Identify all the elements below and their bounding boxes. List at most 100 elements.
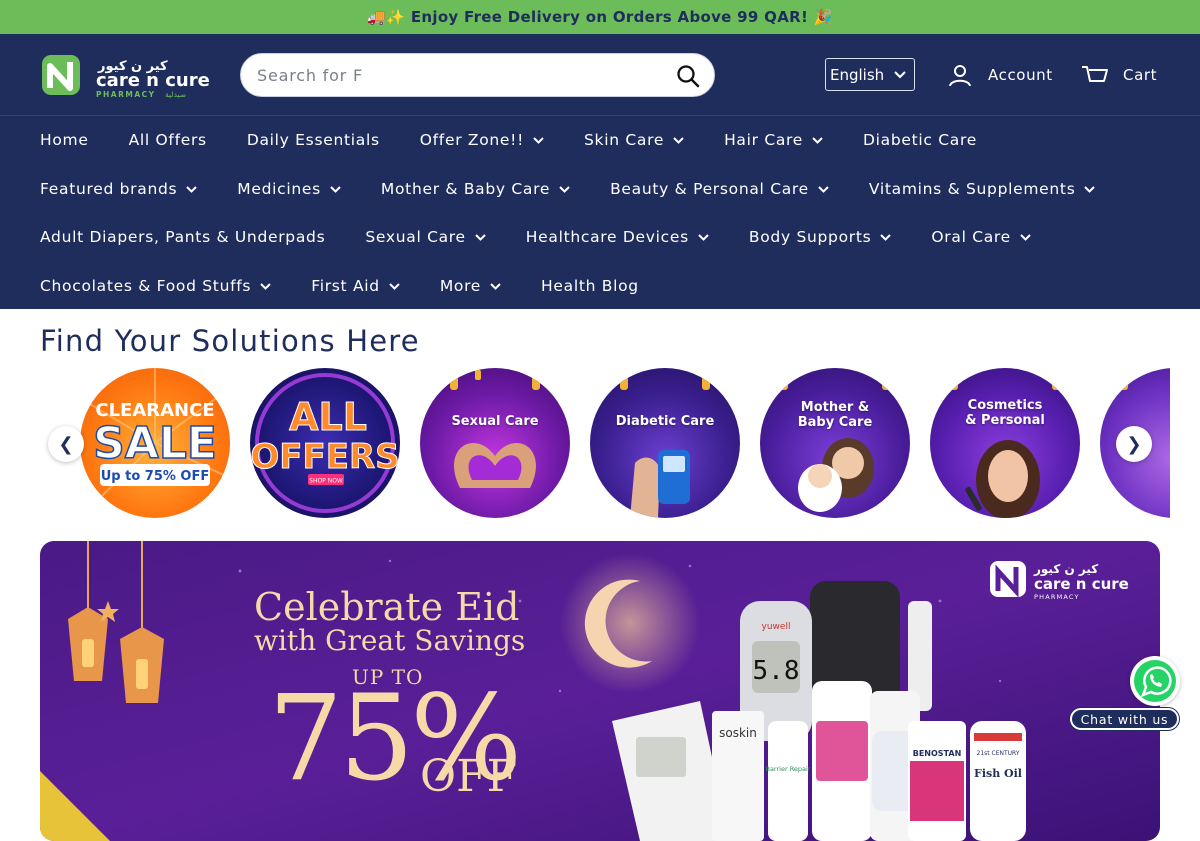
chevron-down-icon: [812, 136, 823, 144]
nav-item-daily-essentials[interactable]: Daily Essentials: [247, 131, 380, 149]
chevron-down-icon: [880, 233, 892, 241]
account-label: Account: [988, 66, 1053, 84]
search-icon[interactable]: [676, 64, 700, 88]
nav-item-label: Chocolates & Food Stuffs: [40, 277, 252, 295]
nav-item-label: Diabetic Care: [863, 131, 977, 149]
chevron-down-icon: [475, 233, 486, 241]
nav-item-label: Mother & Baby Care: [380, 180, 551, 198]
nav-item-body-supports[interactable]: Body Supports: [749, 228, 892, 246]
nav-item-healthcare-devices[interactable]: Healthcare Devices: [526, 228, 709, 246]
account-link[interactable]: Account: [948, 60, 1053, 90]
nav-item-more[interactable]: More: [440, 277, 501, 295]
nav-item-diabetic-care[interactable]: Diabetic Care: [863, 131, 977, 149]
chevron-down-icon: [260, 282, 271, 290]
product-soskin: soskin: [719, 726, 757, 740]
site-header: كير ن كيور care n cure PHARMACY صيدلية E…: [0, 34, 1200, 115]
logo-subtitle-arabic: صيدلية: [165, 90, 186, 99]
cart-link[interactable]: Cart: [1081, 60, 1157, 90]
announcement-text: 🚚✨ Enjoy Free Delivery on Orders Above 9…: [367, 8, 833, 26]
category-label: Cosmetics & Personal: [965, 398, 1045, 428]
nav-item-featured-brands[interactable]: Featured brands: [40, 180, 198, 198]
category-label: Mother & Baby Care: [797, 400, 873, 430]
nav-item-first-aid[interactable]: First Aid: [311, 277, 400, 295]
category-mother-baby-care[interactable]: Mother & Baby Care: [760, 368, 910, 518]
chevron-down-icon: [559, 185, 570, 193]
user-icon: [949, 65, 971, 87]
nav-item-label: Medicines: [237, 180, 321, 198]
nav-item-label: Vitamins & Supplements: [868, 180, 1076, 198]
nav-row: Adult Diapers, Pants & Underpads Sexual C…: [40, 225, 1071, 249]
nav-item-oral-care[interactable]: Oral Care: [931, 228, 1031, 246]
nav-item-medicines[interactable]: Medicines: [237, 180, 341, 198]
whatsapp-label: Chat with us: [1070, 708, 1179, 730]
chevron-down-icon: [330, 185, 341, 193]
section-title: Find Your Solutions Here: [40, 324, 420, 358]
language-selector[interactable]: English: [825, 58, 915, 91]
chevron-down-icon: [533, 136, 544, 144]
nav-item-sexual-care[interactable]: Sexual Care: [365, 228, 486, 246]
nav-item-label: Skin Care: [584, 131, 665, 149]
hero-banner[interactable]: 5.8 yuwell soskin Barrier Repair BENOSTA…: [40, 541, 1160, 841]
category-cosmetics-personal[interactable]: Cosmetics & Personal: [930, 368, 1080, 518]
nav-row: Chocolates & Food Stuffs First Aid More Hea…: [40, 274, 679, 298]
whatsapp-icon: [1130, 656, 1180, 706]
category-diabetic-care[interactable]: Diabetic Care: [590, 368, 740, 518]
chevron-down-icon: [818, 185, 829, 193]
nav-item-offer-zone[interactable]: Offer Zone!!: [420, 131, 544, 149]
banner-off: OFF: [420, 751, 518, 802]
clearance-line2: SALE: [93, 418, 217, 469]
chevron-down-icon: [1084, 185, 1096, 193]
site-logo[interactable]: كير ن كيور care n cure PHARMACY صيدلية: [40, 50, 210, 100]
nav-item-label: Sexual Care: [365, 228, 466, 246]
banner-subline: with Great Savings: [254, 624, 526, 657]
nav-item-hair-care[interactable]: Hair Care: [724, 131, 823, 149]
nav-item-label: Featured brands: [40, 180, 178, 198]
product-21st-century: 21st CENTURY: [977, 750, 1020, 757]
product-brand-yuwell: yuwell: [762, 622, 791, 632]
logo-subtitle: PHARMACY: [96, 90, 156, 99]
clearance-line3: Up to 75% OFF: [101, 469, 210, 484]
nav-item-label: Offer Zone!!: [419, 131, 524, 149]
chevron-down-icon: [673, 136, 684, 144]
alloffers-line2: OFFERS: [250, 437, 399, 477]
category-sexual-care[interactable]: Sexual Care: [420, 368, 570, 518]
whatsapp-chat-widget[interactable]: Chat with us: [1070, 656, 1180, 732]
chevron-down-icon: [186, 185, 198, 193]
nav-item-adult-diapers-pants-underpads[interactable]: Adult Diapers, Pants & Underpads: [40, 228, 325, 246]
nav-item-skin-care[interactable]: Skin Care: [584, 131, 684, 149]
search-bar: [240, 53, 715, 97]
language-label: English: [830, 65, 885, 84]
category-clearance-sale[interactable]: CLEARANCE SALE Up to 75% OFF: [80, 368, 230, 518]
nav-item-label: All Offers: [128, 131, 207, 149]
nav-item-label: Adult Diapers, Pants & Underpads: [40, 228, 326, 246]
banner-artwork: 5.8 yuwell soskin Barrier Repair BENOSTA…: [40, 541, 1160, 841]
nav-item-label: Home: [40, 131, 89, 149]
alloffers-line3: SHOP NOW: [309, 478, 343, 485]
nav-item-health-blog[interactable]: Health Blog: [541, 277, 639, 295]
nav-row: Featured brands Medicines Mother & Baby Ca…: [40, 177, 1135, 201]
category-all-offers[interactable]: ALL OFFERS SHOP NOW: [250, 368, 400, 518]
carousel-next-button[interactable]: ❯: [1116, 426, 1152, 462]
category-label: Diabetic Care: [615, 414, 715, 429]
chevron-down-icon: [389, 282, 400, 290]
nav-item-all-offers[interactable]: All Offers: [129, 131, 207, 149]
carousel-prev-button[interactable]: ❮: [48, 426, 84, 462]
product-fish-oil: Fish Oil: [974, 767, 1022, 780]
nav-item-label: Oral Care: [931, 228, 1011, 246]
nav-item-home[interactable]: Home: [40, 131, 89, 149]
nav-item-chocolates-food-stuffs[interactable]: Chocolates & Food Stuffs: [40, 277, 271, 295]
logo-wordmark: care n cure: [96, 70, 210, 91]
category-label: Sexual Care: [451, 414, 539, 429]
nav-item-beauty-personal-care[interactable]: Beauty & Personal Care: [610, 180, 829, 198]
nav-item-mother-baby-care[interactable]: Mother & Baby Care: [381, 180, 570, 198]
nav-item-label: Body Supports: [748, 228, 872, 246]
category-carousel: ❮ CLEARANCE SALE Up to 75% OFF ALL OFFER…: [40, 366, 1170, 522]
nav-item-label: Beauty & Personal Care: [610, 180, 809, 198]
nav-item-label: First Aid: [311, 277, 380, 295]
cart-label: Cart: [1123, 66, 1158, 84]
nav-item-vitamins-supplements[interactable]: Vitamins & Supplements: [869, 180, 1096, 198]
banner-logo-subtitle: PHARMACY: [1034, 593, 1080, 601]
search-input[interactable]: [257, 54, 657, 96]
nav-item-label: Health Blog: [541, 277, 639, 295]
chevron-down-icon: [490, 282, 501, 290]
